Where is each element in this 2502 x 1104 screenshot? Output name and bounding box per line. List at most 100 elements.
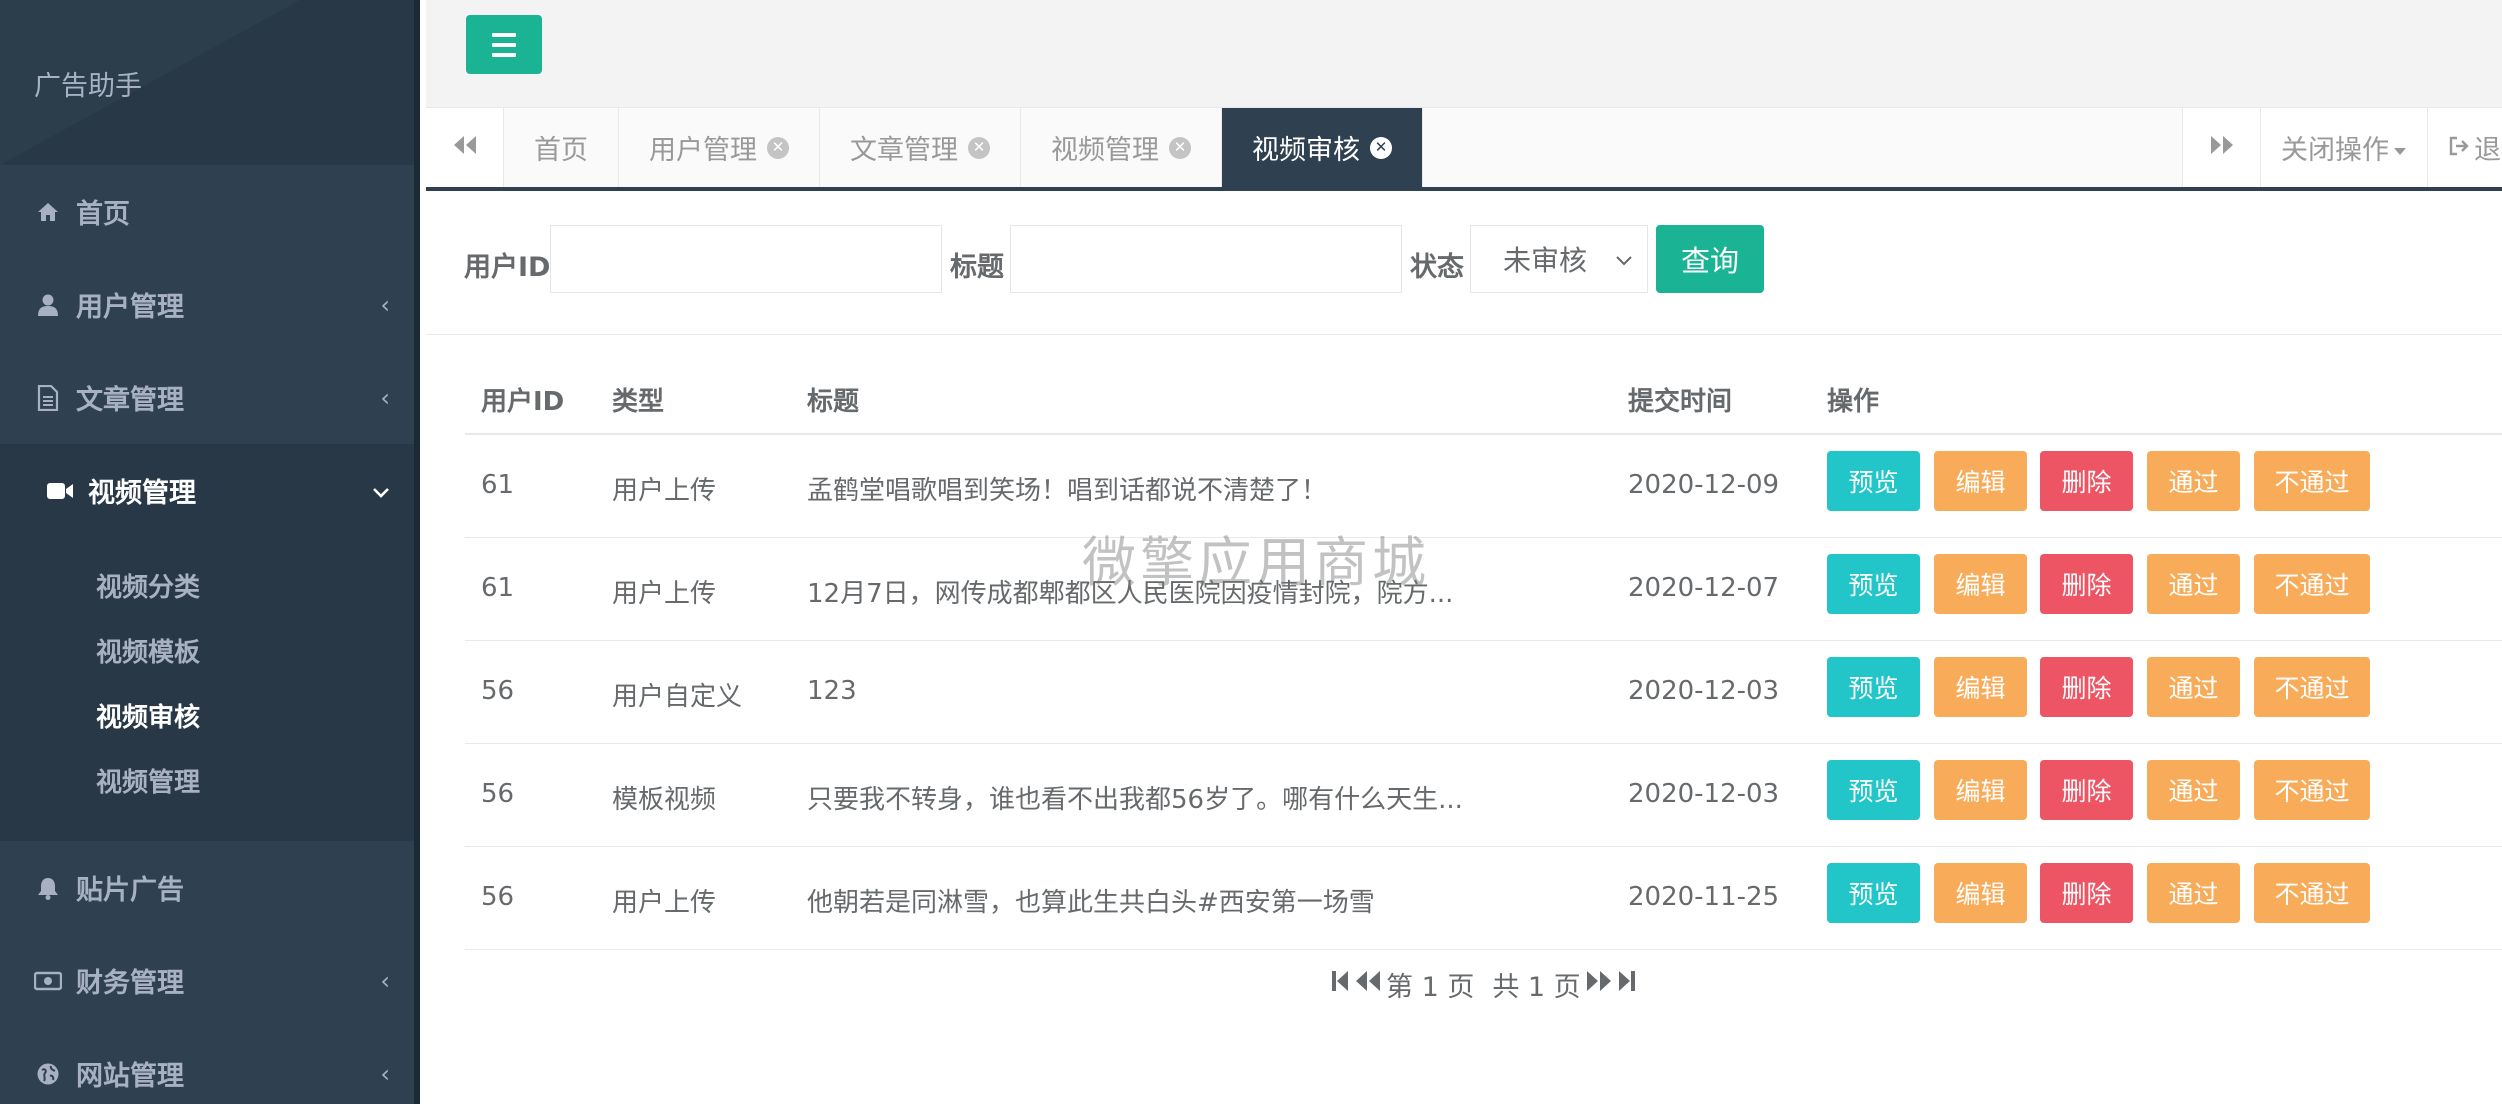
video-icon: [46, 477, 74, 505]
table-row: 61 用户上传 孟鹤堂唱歌唱到笑场！唱到话都说不清楚了！ 2020-12-09 预览 编辑…: [465, 435, 2502, 538]
preview-button[interactable]: 预览: [1827, 451, 1920, 511]
first-page-icon[interactable]: [1330, 969, 1350, 1000]
userid-label: 用户ID: [464, 252, 551, 283]
cell-type: 用户上传: [612, 888, 717, 918]
delete-button[interactable]: 删除: [2040, 863, 2133, 923]
table-row: 56 用户上传 他朝若是同淋雪，也算此生共白头#西安第一场雪 2020-11-25 预览…: [465, 847, 2502, 950]
sidebar-item-finance[interactable]: 财务管理 ‹: [0, 934, 420, 1027]
sidebar-item-users[interactable]: 用户管理 ‹: [0, 258, 420, 351]
column-header-type: 类型: [612, 387, 665, 417]
tab-home[interactable]: 首页: [504, 108, 619, 187]
hamburger-icon-line: [492, 52, 516, 57]
submenu-item-video-template[interactable]: 视频模板: [0, 618, 420, 683]
status-select-value: 未审核: [1503, 244, 1588, 277]
sidebar-item-videos[interactable]: 视频管理: [0, 444, 420, 537]
cell-title: 只要我不转身，谁也看不出我都56岁了。哪有什么天生...: [807, 785, 1463, 815]
tab-users[interactable]: 用户管理 ✕: [619, 108, 820, 187]
next-page-icon[interactable]: [1585, 969, 1613, 1000]
submenu-item-video-manage[interactable]: 视频管理: [0, 748, 420, 813]
user-icon: [34, 291, 62, 319]
approve-button[interactable]: 通过: [2147, 760, 2240, 820]
reject-button[interactable]: 不通过: [2254, 760, 2370, 820]
edit-button[interactable]: 编辑: [1934, 451, 2027, 511]
close-tab-icon[interactable]: ✕: [1169, 136, 1191, 159]
sidebar-item-label: 首页: [76, 199, 130, 230]
sidebar-item-label: 贴片广告: [76, 875, 184, 906]
brand-area: 广告助手: [0, 0, 420, 165]
top-navbar: [426, 0, 2502, 108]
cell-time: 2020-12-03: [1628, 676, 1780, 706]
close-operations-dropdown[interactable]: 关闭操作: [2260, 108, 2427, 187]
preview-button[interactable]: 预览: [1827, 863, 1920, 923]
cell-userid: 61: [481, 470, 515, 500]
cell-userid: 61: [481, 573, 515, 603]
sidebar-item-home[interactable]: 首页: [0, 165, 420, 258]
tabs-right-controls: 关闭操作 退出: [2182, 108, 2502, 187]
reject-button[interactable]: 不通过: [2254, 451, 2370, 511]
status-select[interactable]: 未审核: [1470, 225, 1648, 293]
sidebar-item-ads[interactable]: 贴片广告: [0, 841, 420, 934]
query-button[interactable]: 查询: [1656, 225, 1764, 293]
prev-page-icon[interactable]: [1354, 969, 1382, 1000]
tabs-scroll-left-button[interactable]: [426, 108, 504, 187]
edit-button[interactable]: 编辑: [1934, 657, 2027, 717]
close-tab-icon[interactable]: ✕: [968, 136, 990, 159]
table-row: 56 模板视频 只要我不转身，谁也看不出我都56岁了。哪有什么天生... 2020-1…: [465, 744, 2502, 847]
approve-button[interactable]: 通过: [2147, 863, 2240, 923]
tab-video-review[interactable]: 视频审核 ✕: [1222, 108, 1423, 187]
cell-userid: 56: [481, 676, 515, 706]
reject-button[interactable]: 不通过: [2254, 554, 2370, 614]
submenu-item-video-review[interactable]: 视频审核: [0, 683, 420, 748]
cell-userid: 56: [481, 882, 515, 912]
tab-label: 用户管理: [649, 135, 757, 166]
preview-button[interactable]: 预览: [1827, 657, 1920, 717]
edit-button[interactable]: 编辑: [1934, 863, 2027, 923]
table-header: 用户ID 类型 标题 提交时间 操作: [465, 355, 2502, 435]
home-icon: [34, 198, 62, 226]
delete-button[interactable]: 删除: [2040, 554, 2133, 614]
chevron-left-icon: ‹: [380, 966, 390, 995]
reject-button[interactable]: 不通过: [2254, 657, 2370, 717]
cell-type: 用户上传: [612, 579, 717, 609]
watermark-text: 微擎应用商城: [1082, 531, 1430, 594]
chevron-left-icon: ‹: [380, 1059, 390, 1088]
userid-input[interactable]: [550, 225, 942, 293]
reject-button[interactable]: 不通过: [2254, 863, 2370, 923]
sidebar-item-articles[interactable]: 文章管理 ‹: [0, 351, 420, 444]
tab-label: 首页: [534, 135, 588, 166]
edit-button[interactable]: 编辑: [1934, 554, 2027, 614]
title-input[interactable]: [1010, 225, 1402, 293]
tab-videos[interactable]: 视频管理 ✕: [1021, 108, 1222, 187]
close-tab-icon[interactable]: ✕: [1370, 136, 1392, 159]
preview-button[interactable]: 预览: [1827, 760, 1920, 820]
cell-title: 他朝若是同淋雪，也算此生共白头#西安第一场雪: [807, 888, 1375, 918]
tab-label: 文章管理: [850, 135, 958, 166]
last-page-icon[interactable]: [1617, 969, 1637, 1000]
column-header-actions: 操作: [1827, 387, 1880, 417]
tab-articles[interactable]: 文章管理 ✕: [820, 108, 1021, 187]
cell-userid: 56: [481, 779, 515, 809]
logout-button[interactable]: 退出: [2427, 108, 2502, 187]
cell-time: 2020-12-03: [1628, 779, 1780, 809]
delete-button[interactable]: 删除: [2040, 760, 2133, 820]
cell-type: 用户自定义: [612, 682, 743, 712]
video-submenu: 视频分类 视频模板 视频审核 视频管理: [0, 537, 420, 841]
sidebar-item-label: 视频管理: [88, 478, 196, 509]
cell-time: 2020-12-07: [1628, 573, 1780, 603]
approve-button[interactable]: 通过: [2147, 657, 2240, 717]
edit-button[interactable]: 编辑: [1934, 760, 2027, 820]
sidebar-item-website[interactable]: 网站管理 ‹: [0, 1027, 420, 1104]
delete-button[interactable]: 删除: [2040, 657, 2133, 717]
approve-button[interactable]: 通过: [2147, 554, 2240, 614]
cell-type: 模板视频: [612, 785, 717, 815]
delete-button[interactable]: 删除: [2040, 451, 2133, 511]
table-body: 61 用户上传 孟鹤堂唱歌唱到笑场！唱到话都说不清楚了！ 2020-12-09 预览 编辑…: [465, 435, 2502, 950]
close-tab-icon[interactable]: ✕: [767, 136, 789, 159]
tabs-scroll-right-button[interactable]: [2182, 108, 2260, 187]
menu-toggle-button[interactable]: [466, 15, 542, 74]
preview-button[interactable]: 预览: [1827, 554, 1920, 614]
approve-button[interactable]: 通过: [2147, 451, 2240, 511]
column-header-title: 标题: [807, 387, 860, 417]
sidebar-item-label: 用户管理: [76, 292, 184, 323]
submenu-item-video-category[interactable]: 视频分类: [0, 553, 420, 618]
